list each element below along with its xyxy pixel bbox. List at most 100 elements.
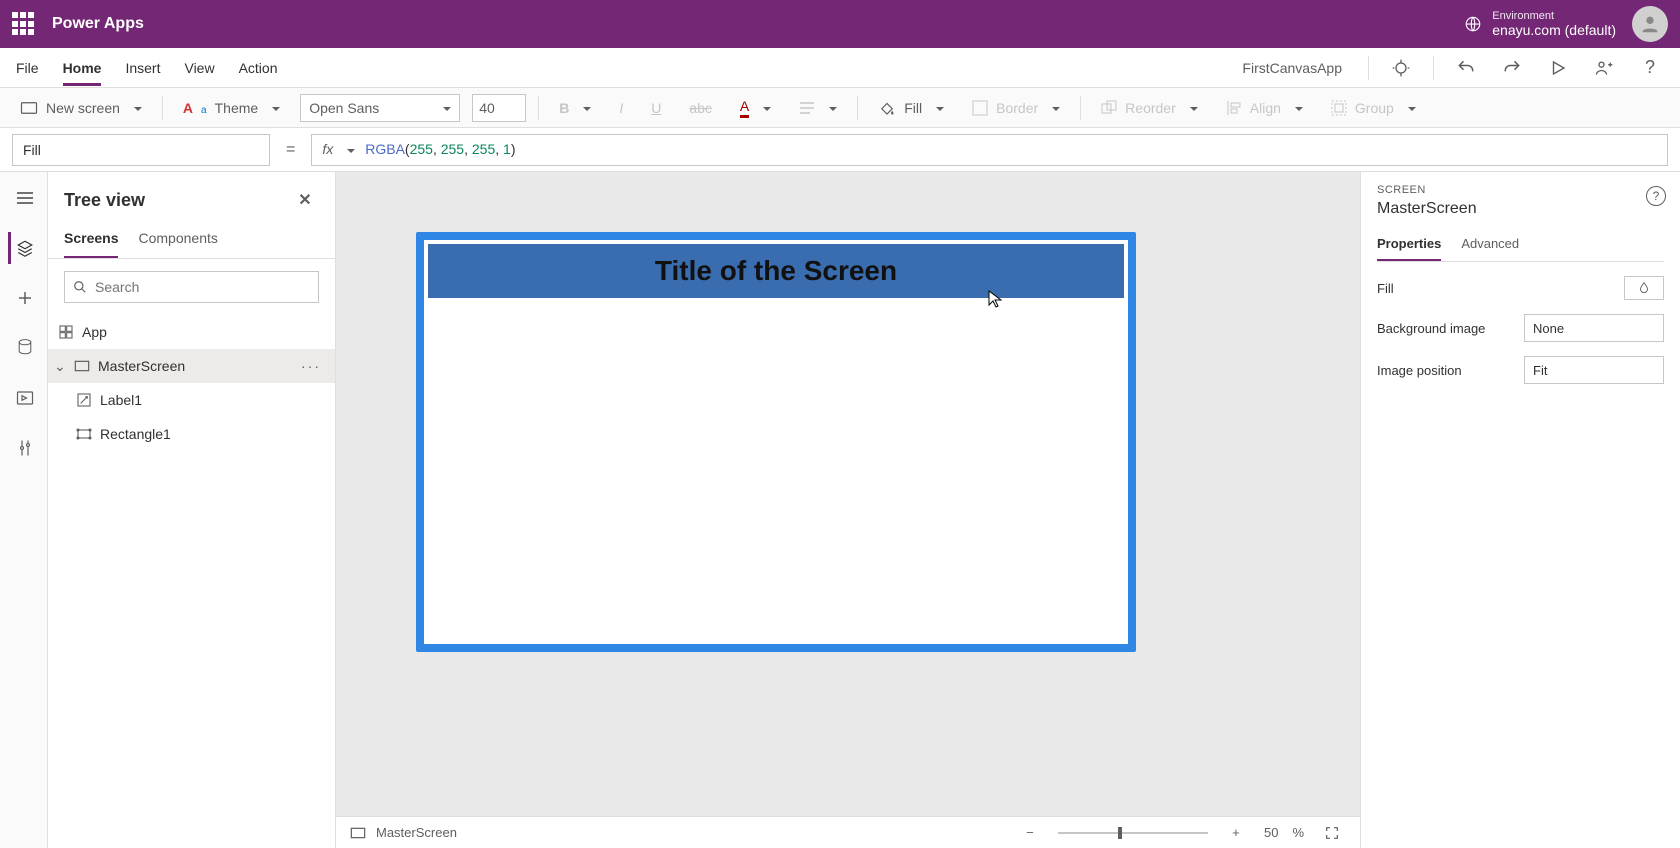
tree-search[interactable] xyxy=(64,271,319,303)
search-icon xyxy=(73,280,87,294)
zoom-percent: % xyxy=(1292,825,1304,840)
rail-tree-view[interactable] xyxy=(8,232,40,264)
imgpos-select[interactable]: Fit xyxy=(1524,356,1664,384)
tree-item-label: Rectangle1 xyxy=(100,426,171,442)
zoom-out-button[interactable]: − xyxy=(1016,819,1044,847)
canvas-screen[interactable]: Title of the Screen xyxy=(416,232,1136,652)
tree-item-masterscreen[interactable]: ⌄ MasterScreen ··· xyxy=(48,349,335,383)
separator xyxy=(1433,56,1434,80)
equals-sign: = xyxy=(280,141,301,159)
border-button[interactable]: Border xyxy=(964,100,1068,116)
menu-view[interactable]: View xyxy=(184,50,214,86)
tab-advanced[interactable]: Advanced xyxy=(1461,228,1519,261)
bgimage-value: None xyxy=(1533,321,1564,336)
redo-icon[interactable] xyxy=(1498,54,1526,82)
tab-components[interactable]: Components xyxy=(138,220,217,258)
formula-bar: Fill = fx RGBA(255, 255, 255, 1) xyxy=(0,128,1680,172)
rectangle-icon xyxy=(76,426,92,442)
font-name: Open Sans xyxy=(309,100,379,116)
rail-media[interactable] xyxy=(8,382,40,414)
props-element-name: MasterScreen xyxy=(1377,200,1664,218)
ribbon: New screen Aa Theme Open Sans 40 B I U a… xyxy=(0,88,1680,128)
tree-item-label1[interactable]: Label1 xyxy=(48,383,335,417)
tab-screens[interactable]: Screens xyxy=(64,220,118,258)
font-size-input[interactable]: 40 xyxy=(472,94,526,122)
tree-item-rectangle1[interactable]: Rectangle1 xyxy=(48,417,335,451)
align-text-icon xyxy=(799,101,815,115)
props-kicker: SCREEN xyxy=(1377,184,1664,196)
tree-view-title: Tree view xyxy=(64,190,145,211)
rail-insert[interactable] xyxy=(8,282,40,314)
strikethrough-button[interactable]: abc xyxy=(681,100,720,116)
data-icon xyxy=(17,339,33,357)
app-launcher-icon[interactable] xyxy=(12,12,36,36)
new-screen-button[interactable]: New screen xyxy=(12,100,150,116)
underline-button[interactable]: U xyxy=(643,100,669,116)
environment-icon xyxy=(1464,15,1482,33)
help-icon[interactable]: ? xyxy=(1636,54,1664,82)
fit-screen-icon[interactable] xyxy=(1318,819,1346,847)
theme-label: Theme xyxy=(215,100,259,116)
reorder-label: Reorder xyxy=(1125,100,1176,116)
zoom-in-button[interactable]: + xyxy=(1222,819,1250,847)
canvas-title-text: Title of the Screen xyxy=(655,255,897,287)
main-area: Tree view ✕ Screens Components App ⌄ Mas… xyxy=(0,172,1680,848)
fill-color-picker[interactable] xyxy=(1624,276,1664,300)
reorder-button[interactable]: Reorder xyxy=(1093,100,1206,116)
imgpos-value: Fit xyxy=(1533,363,1547,378)
bold-button[interactable]: B xyxy=(551,100,599,116)
canvas-area[interactable]: Title of the Screen MasterScreen − + 50 … xyxy=(336,172,1360,848)
color-picker-icon xyxy=(1637,281,1651,295)
close-icon[interactable]: ✕ xyxy=(291,186,319,214)
text-align-button[interactable] xyxy=(791,100,845,116)
property-name: Fill xyxy=(23,142,41,158)
separator xyxy=(1368,56,1369,80)
screen-icon xyxy=(350,827,366,839)
formula-input[interactable]: fx RGBA(255, 255, 255, 1) xyxy=(311,134,1668,166)
canvas-title-banner[interactable]: Title of the Screen xyxy=(428,244,1124,298)
align-button[interactable]: Align xyxy=(1218,100,1311,116)
screen-icon xyxy=(74,360,90,372)
new-screen-label: New screen xyxy=(46,100,120,116)
fill-label: Fill xyxy=(904,100,922,116)
menu-home[interactable]: Home xyxy=(63,50,102,86)
group-button[interactable]: Group xyxy=(1323,100,1424,116)
rail-advanced-tools[interactable] xyxy=(8,432,40,464)
group-label: Group xyxy=(1355,100,1394,116)
undo-icon[interactable] xyxy=(1452,54,1480,82)
menu-insert[interactable]: Insert xyxy=(125,50,160,86)
tree-item-label: MasterScreen xyxy=(98,358,185,374)
rail-data[interactable] xyxy=(8,332,40,364)
person-icon xyxy=(1639,13,1661,35)
user-avatar[interactable] xyxy=(1632,6,1668,42)
share-icon[interactable] xyxy=(1590,54,1618,82)
bgimage-select[interactable]: None xyxy=(1524,314,1664,342)
environment-picker[interactable]: Environment enayu.com (default) xyxy=(1464,10,1616,38)
fx-label: fx xyxy=(322,141,333,159)
properties-panel: ? SCREEN MasterScreen Properties Advance… xyxy=(1360,172,1680,848)
fx-chevron-icon[interactable] xyxy=(343,142,355,158)
panel-help-icon[interactable]: ? xyxy=(1646,186,1666,206)
layers-icon xyxy=(16,239,34,257)
play-icon[interactable] xyxy=(1544,54,1572,82)
theme-button[interactable]: Aa Theme xyxy=(175,100,288,116)
menu-action[interactable]: Action xyxy=(239,50,278,86)
rail-hamburger[interactable] xyxy=(8,182,40,214)
zoom-slider[interactable] xyxy=(1058,832,1208,834)
screen-icon xyxy=(20,101,38,115)
more-icon[interactable]: ··· xyxy=(301,358,325,374)
align-label: Align xyxy=(1250,100,1281,116)
tree-search-input[interactable] xyxy=(95,279,310,295)
app-checker-icon[interactable] xyxy=(1387,54,1415,82)
fill-button[interactable]: Fill xyxy=(870,99,952,117)
reorder-icon xyxy=(1101,100,1117,116)
font-select[interactable]: Open Sans xyxy=(300,94,460,122)
menu-file[interactable]: File xyxy=(16,50,39,86)
menu-bar: File Home Insert View Action FirstCanvas… xyxy=(0,48,1680,88)
property-select[interactable]: Fill xyxy=(12,134,270,166)
tab-properties[interactable]: Properties xyxy=(1377,228,1441,261)
chevron-down-icon[interactable]: ⌄ xyxy=(54,358,66,375)
tree-item-app[interactable]: App xyxy=(48,315,335,349)
italic-button[interactable]: I xyxy=(611,100,631,116)
font-color-button[interactable]: A xyxy=(732,98,779,118)
